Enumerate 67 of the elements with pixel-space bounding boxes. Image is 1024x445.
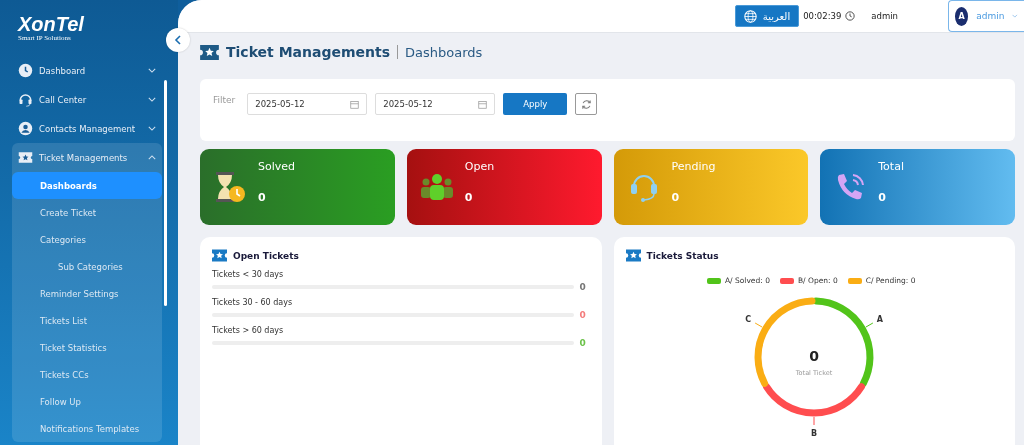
breadcrumb-page: Dashboards [405,44,483,60]
refresh-icon [580,98,592,110]
panel-title: Open Tickets [233,250,299,261]
ticket-icon [625,249,641,262]
submenu-item[interactable]: Sub Categories [12,253,162,280]
chevron-left-icon [173,35,183,45]
progress-label: Tickets > 60 days [212,326,285,335]
leader-line [813,416,815,426]
user-menu[interactable]: A admin [948,0,1024,32]
leader-line [865,322,874,328]
panel-title: Tickets Status [646,250,719,261]
stat-value: 0 [258,191,267,204]
sidebar-item[interactable]: Ticket Managements [12,143,162,172]
date-field[interactable]: 2025-05-12 [247,93,368,115]
submenu-item[interactable]: Tickets CCs [12,361,162,388]
clock-icon [845,11,856,21]
calendar-icon [478,99,488,109]
headset-icon [18,92,33,107]
refresh-button[interactable] [575,93,598,115]
language-button[interactable]: العربية [734,5,800,27]
segment-label: B [811,429,818,438]
ticket-icon [200,44,219,60]
stat-value: 0 [878,191,887,204]
filter-label: Filter [213,95,236,105]
submenu-item[interactable]: Notifications Templates [12,415,162,442]
avatar: A [955,6,969,26]
progress-label: Tickets 30 - 60 days [212,298,294,307]
stat-title: Total [878,160,904,173]
logo-text: XonTel [18,14,85,34]
stat-value: 0 [671,191,681,204]
submenu-item[interactable]: Reminder Settings [12,280,162,307]
page-title: Ticket Managements [226,44,391,60]
sidebar-item[interactable]: Dashboard [12,56,162,85]
globe-icon [743,9,757,23]
sidebar-item[interactable]: Contacts Management [12,114,162,143]
submenu-item[interactable]: Dashboards [12,172,162,199]
stat-title: Pending [671,160,716,173]
segment-label: A [876,315,884,324]
session-timer: 00:02:39 [803,11,842,21]
progress-label: Tickets < 30 days [212,270,285,279]
stat-value: 0 [464,191,474,204]
stat-title: Open [464,160,495,173]
progress-value: 0 [579,282,587,292]
ticket-icon [18,150,33,165]
submenu-item[interactable]: Ticket Statistics [12,334,162,361]
scrollbar[interactable] [164,80,167,306]
calendar-icon [350,99,360,109]
sidebar-item[interactable]: Call Center [12,85,162,114]
hourglass-clock-icon [213,170,247,204]
group-icon [419,172,454,202]
apply-button[interactable]: Apply [503,93,568,115]
submenu-item[interactable]: Follow Up [12,388,162,415]
date-field[interactable]: 2025-05-12 [375,93,496,115]
chevron-down-icon [1012,13,1018,19]
user-icon [18,121,33,136]
stat-title: Solved [258,160,296,173]
submenu-item[interactable]: Create Ticket [12,199,162,226]
clock-icon [18,63,33,78]
progress-value: 0 [579,310,587,320]
submenu-item[interactable]: Tickets List [12,307,162,334]
ticket-icon [212,249,227,262]
segment-label: C [745,315,752,324]
donut-total-value: 0 [809,348,820,364]
submenu-item[interactable]: Categories [12,226,162,253]
username: admin [871,11,898,21]
leader-line [754,322,763,328]
progress-value: 0 [579,338,587,348]
